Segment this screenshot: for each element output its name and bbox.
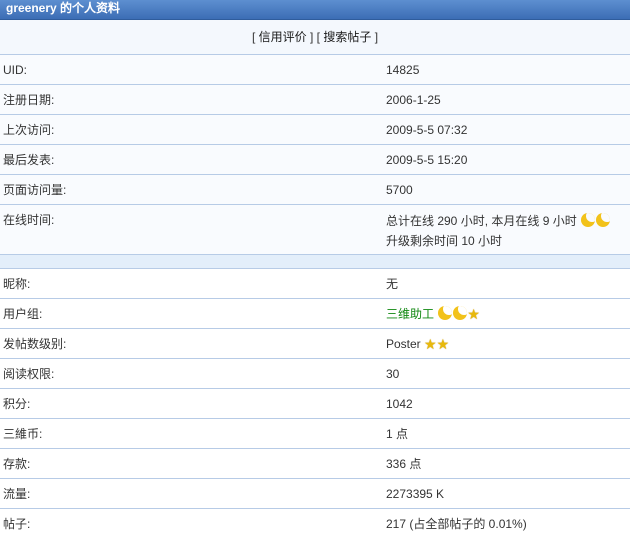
table-row-traffic: 流量: 2273395 K bbox=[0, 479, 630, 509]
post-level-value: Poster ★★ bbox=[382, 329, 630, 358]
row-label: 积分: bbox=[3, 397, 31, 411]
table-row-read-permission: 阅读权限: 30 bbox=[0, 359, 630, 389]
moon-icon bbox=[596, 213, 611, 227]
row-label: 存款: bbox=[3, 457, 31, 471]
row-label: 阅读权限: bbox=[3, 367, 55, 381]
row-label: 用户组: bbox=[3, 307, 43, 321]
row-value: 1042 bbox=[386, 397, 413, 411]
row-value: 2009-5-5 15:20 bbox=[386, 153, 468, 167]
table-row-uid: UID: 14825 bbox=[0, 55, 630, 85]
row-value: 5700 bbox=[386, 183, 413, 197]
table-row-page-views: 页面访问量: 5700 bbox=[0, 175, 630, 205]
table-row-user-group: 用户组: 三维助工 ★ bbox=[0, 299, 630, 329]
table-row-register-date: 注册日期: 2006-1-25 bbox=[0, 85, 630, 115]
search-posts-link[interactable]: 搜索帖子 bbox=[323, 30, 371, 44]
row-value: 2009-5-5 07:32 bbox=[386, 123, 468, 137]
star-icon: ★ bbox=[436, 336, 450, 352]
row-label: 流量: bbox=[3, 487, 31, 501]
online-time-line2: 升级剩余时间 10 小时 bbox=[386, 234, 503, 248]
row-label: 在线时间: bbox=[3, 213, 55, 227]
row-value: 1 点 bbox=[386, 427, 409, 441]
row-value: 14825 bbox=[386, 63, 420, 77]
moon-icon bbox=[453, 306, 468, 320]
moon-icon bbox=[438, 306, 453, 320]
online-time-value: 总计在线 290 小时, 本月在线 9 小时 升级剩余时间 10 小时 bbox=[382, 205, 630, 254]
profile-links: [ 信用评价 ] [ 搜索帖子 ] bbox=[0, 20, 630, 55]
star-icon: ★ bbox=[467, 306, 480, 322]
table-row-deposit: 存款: 336 点 bbox=[0, 449, 630, 479]
row-label: 上次访问: bbox=[3, 123, 55, 137]
row-label: 页面访问量: bbox=[3, 183, 67, 197]
row-label: 帖子: bbox=[3, 517, 31, 531]
row-label: 注册日期: bbox=[3, 93, 55, 107]
row-label: 三維币: bbox=[3, 427, 43, 441]
post-level-name: Poster bbox=[386, 337, 421, 351]
table-row-posts: 帖子: 217 (占全部帖子的 0.01%) bbox=[0, 509, 630, 537]
star-icon: ★ bbox=[424, 336, 437, 352]
row-value: 无 bbox=[386, 277, 399, 291]
row-label: 最后发表: bbox=[3, 153, 55, 167]
row-label: 发帖数级别: bbox=[3, 337, 67, 351]
row-label: 昵称: bbox=[3, 277, 31, 291]
online-time-line1: 总计在线 290 小时, 本月在线 9 小时 bbox=[386, 214, 577, 228]
table-row-currency: 三維币: 1 点 bbox=[0, 419, 630, 449]
panel-title: greenery 的个人资料 bbox=[0, 0, 630, 20]
row-label: UID: bbox=[3, 63, 27, 77]
profile-panel: greenery 的个人资料 [ 信用评价 ] [ 搜索帖子 ] UID: 14… bbox=[0, 0, 630, 537]
bracket-open: [ bbox=[316, 30, 321, 44]
user-group-value: 三维助工 ★ bbox=[382, 299, 630, 328]
row-value: 217 (占全部帖子的 0.01%) bbox=[386, 517, 527, 531]
table-row-last-post: 最后发表: 2009-5-5 15:20 bbox=[0, 145, 630, 175]
table-row-points: 积分: 1042 bbox=[0, 389, 630, 419]
credit-rating-link[interactable]: 信用评价 bbox=[259, 30, 307, 44]
row-value: 2273395 K bbox=[386, 487, 445, 501]
row-value: 336 点 bbox=[386, 457, 422, 471]
row-value: 2006-1-25 bbox=[386, 93, 441, 107]
table-row-post-level: 发帖数级别: Poster ★★ bbox=[0, 329, 630, 359]
bracket-close: ] bbox=[374, 30, 379, 44]
bracket-open: [ bbox=[251, 30, 256, 44]
table-row-last-visit: 上次访问: 2009-5-5 07:32 bbox=[0, 115, 630, 145]
user-group-name: 三维助工 bbox=[386, 307, 435, 321]
moon-icon bbox=[581, 213, 596, 227]
bracket-close: ] bbox=[309, 30, 314, 44]
row-value: 30 bbox=[386, 367, 400, 381]
table-row-nickname: 昵称: 无 bbox=[0, 269, 630, 299]
section-divider bbox=[0, 255, 630, 269]
table-row-online-time: 在线时间: 总计在线 290 小时, 本月在线 9 小时 升级剩余时间 10 小… bbox=[0, 205, 630, 255]
